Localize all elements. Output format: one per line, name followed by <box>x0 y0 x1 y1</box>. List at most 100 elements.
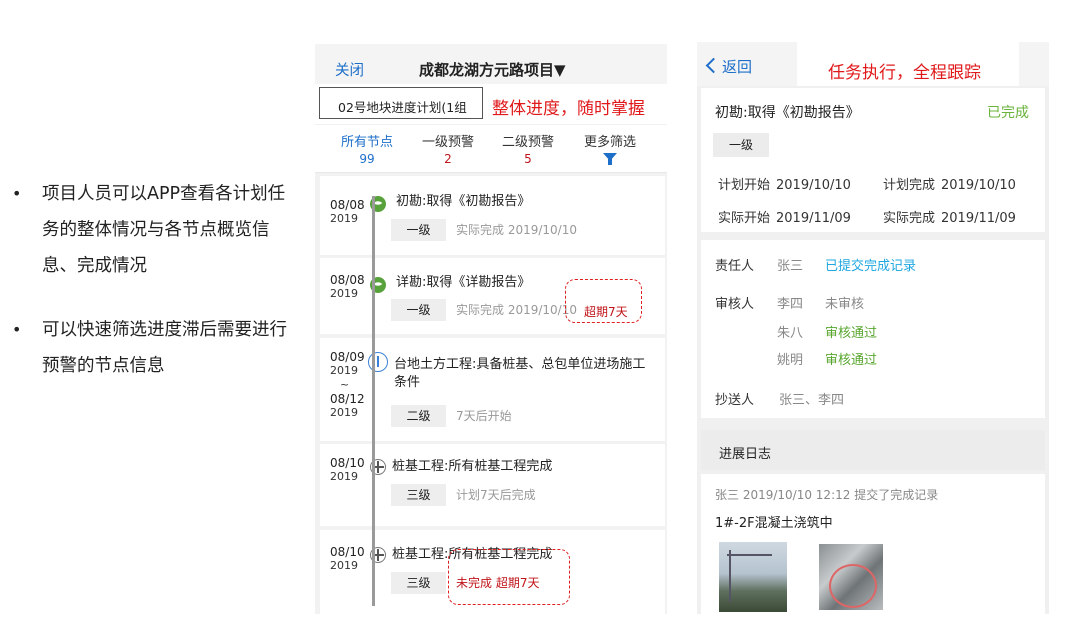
cc-label: 抄送人 <box>715 393 755 408</box>
owner-status[interactable]: 已提交完成记录 <box>825 255 916 274</box>
filter-count: 2 <box>444 152 452 166</box>
date-text: 08/09 <box>330 350 365 364</box>
cc-names: 张三、李四 <box>779 393 845 408</box>
level-badge: 一级 <box>713 133 769 157</box>
year-text: 2019 <box>330 287 358 300</box>
year-text: 2019 <box>330 470 358 483</box>
callout-annotation: 任务执行，全程跟踪 <box>828 63 981 83</box>
task-name: 桩基工程:所有桩基工程完成 <box>392 459 553 474</box>
completed-node-icon <box>368 275 388 295</box>
log-meta: 张三 2019/10/10 12:12 提交了完成记录 <box>715 488 939 502</box>
field-label: 实际开始 <box>718 211 771 226</box>
year-text: 2019 <box>330 559 358 572</box>
highlight-box <box>448 549 570 605</box>
field-label: 实际完成 <box>883 211 936 226</box>
task-summary-card: 初勘:取得《初勘报告》 已完成 一级 计划开始 2019/10/10 计划完成 20… <box>701 88 1045 232</box>
task-status: 计划7天后完成 <box>456 488 536 502</box>
back-button[interactable]: 返回 <box>705 56 752 77</box>
progress-overview-screen: 关闭 成都龙湖方元路项目▼ 02号地块进度计划(1组 整体进度，随时掌握 所有节… <box>315 44 667 614</box>
year-text: 2019 <box>330 364 358 377</box>
task-title: 初勘:取得《初勘报告》 <box>715 105 860 121</box>
year-text: 2019 <box>330 212 358 225</box>
feature-bullets: • 项目人员可以APP查看各计划任务的整体情况与各节点概览信息、完成情况 • 可… <box>10 176 290 410</box>
task-name: 台地土方工程:具备桩基、总包单位进场施工条件 <box>394 357 646 390</box>
chevron-left-icon <box>705 57 722 74</box>
year-text: 2019 <box>330 406 358 419</box>
filter-level1-warning[interactable]: 一级预警 2 <box>408 131 488 166</box>
date-text: 08/12 <box>330 392 365 406</box>
filter-label: 二级预警 <box>501 135 554 150</box>
log-title: 进展日志 <box>719 447 772 462</box>
task-name: 初勘:取得《初勘报告》 <box>396 194 531 209</box>
in-progress-node-icon <box>368 352 388 372</box>
reviewer-label: 审核人 <box>715 297 755 312</box>
filter-all-nodes[interactable]: 所有节点 99 <box>327 131 407 166</box>
level-badge: 三级 <box>391 572 446 594</box>
plan-select[interactable]: 02号地块进度计划(1组 <box>319 87 483 119</box>
actual-start: 实际开始 2019/11/09 <box>718 207 851 226</box>
field-value: 2019/11/09 <box>776 211 851 226</box>
filter-count: 5 <box>524 152 532 166</box>
nav-bar: 关闭 成都龙湖方元路项目▼ <box>315 44 667 84</box>
bullet-text: 可以快速筛选进度滞后需要进行预警的节点信息 <box>42 320 287 376</box>
review-status: 未审核 <box>825 297 865 312</box>
field-value: 2019/11/09 <box>941 211 1016 226</box>
plan-end: 计划完成 2019/10/10 <box>883 174 1016 193</box>
highlight-box <box>565 279 642 323</box>
filter-more[interactable]: 更多筛选 <box>570 131 650 165</box>
date-text: 08/08 <box>330 273 365 287</box>
bullet-dot: • <box>12 320 22 339</box>
range-separator: ~ <box>340 378 350 391</box>
project-selector[interactable]: 成都龙湖方元路项目▼ <box>419 59 566 80</box>
filter-label: 所有节点 <box>340 135 393 150</box>
review-status: 审核通过 <box>825 353 878 368</box>
filter-tabs: 所有节点 99 一级预警 2 二级预警 5 更多筛选 <box>315 125 667 173</box>
log-entry[interactable]: 张三 2019/10/10 12:12 提交了完成记录 1#-2F混凝土浇筑中 <box>701 474 1045 614</box>
log-text: 1#-2F混凝土浇筑中 <box>715 516 833 531</box>
date-text: 08/10 <box>330 456 365 470</box>
filter-count: 99 <box>359 152 375 166</box>
people-card: 责任人 张三 已提交完成记录 审核人 李四 未审核 朱八 审核通过 姚明 审核通… <box>701 240 1045 418</box>
date-text: 08/08 <box>330 198 365 212</box>
timeline-line <box>372 196 375 606</box>
actual-end: 实际完成 2019/11/09 <box>883 207 1016 226</box>
field-label: 计划完成 <box>883 178 936 193</box>
close-button[interactable]: 关闭 <box>335 59 364 80</box>
level-badge: 一级 <box>391 219 446 241</box>
funnel-icon <box>603 153 617 165</box>
bullet-item: • 项目人员可以APP查看各计划任务的整体情况与各节点概览信息、完成情况 <box>10 176 290 284</box>
plan-select-value: 02号地块进度计划(1组 <box>338 100 467 115</box>
task-status: 已完成 <box>987 105 1029 121</box>
field-value: 2019/10/10 <box>941 178 1016 193</box>
plan-bar: 02号地块进度计划(1组 整体进度，随时掌握 <box>315 84 667 124</box>
task-date: 08/08 2019 <box>330 273 365 301</box>
reviewer-name: 朱八 <box>777 326 804 341</box>
date-text: 08/10 <box>330 545 365 559</box>
task-status: 7天后开始 <box>456 409 512 423</box>
level-badge: 一级 <box>391 299 446 321</box>
field-label: 计划开始 <box>718 178 771 193</box>
filter-label: 更多筛选 <box>583 135 636 150</box>
level-badge: 二级 <box>391 405 446 427</box>
plan-start: 计划开始 2019/10/10 <box>718 174 851 193</box>
site-photo[interactable] <box>719 542 787 612</box>
review-status: 审核通过 <box>825 326 878 341</box>
nav-bar: 返回 任务执行，全程跟踪 <box>697 42 1049 86</box>
filter-level2-warning[interactable]: 二级预警 5 <box>488 131 568 166</box>
bullet-item: • 可以快速筛选进度滞后需要进行预警的节点信息 <box>10 312 290 384</box>
progress-log-header: 进展日志 <box>701 430 1045 470</box>
back-label: 返回 <box>722 58 753 76</box>
bullet-text: 项目人员可以APP查看各计划任务的整体情况与各节点概览信息、完成情况 <box>42 184 286 276</box>
completed-node-icon <box>368 194 388 214</box>
reviewer-name: 李四 <box>777 297 804 312</box>
task-date: 08/10 2019 <box>330 456 365 484</box>
site-photo[interactable] <box>817 542 885 612</box>
task-status: 实际完成 2019/10/10 <box>456 223 577 237</box>
bullet-dot: • <box>12 184 22 203</box>
owner-name: 张三 <box>777 259 804 274</box>
task-detail-screen: 返回 任务执行，全程跟踪 初勘:取得《初勘报告》 已完成 一级 计划开始 2019… <box>697 42 1049 614</box>
task-date: 08/08 2019 <box>330 198 365 226</box>
owner-label: 责任人 <box>715 259 755 274</box>
field-value: 2019/10/10 <box>776 178 851 193</box>
filter-label: 一级预警 <box>421 135 474 150</box>
